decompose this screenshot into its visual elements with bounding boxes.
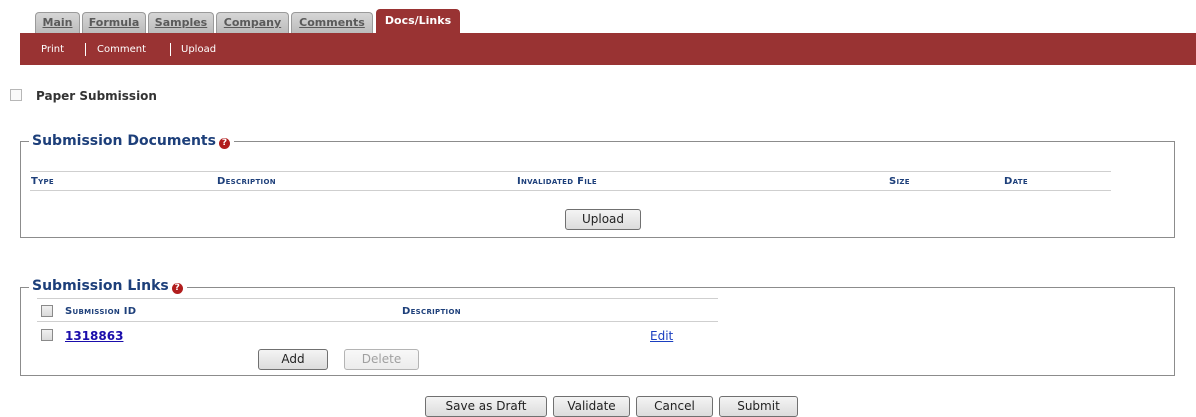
toolbar-divider (170, 43, 171, 56)
table-top-border (37, 298, 718, 299)
tab-comments[interactable]: Comments (291, 12, 373, 33)
tab-main[interactable]: Main (35, 12, 80, 33)
select-all-checkbox[interactable] (41, 305, 53, 317)
submission-links-title: Submission Links (32, 278, 169, 294)
column-header-size: Size (889, 176, 910, 187)
question-circle-icon[interactable]: ? (171, 283, 183, 294)
column-header-type: Type (31, 176, 55, 187)
column-header-date: Date (1004, 176, 1028, 187)
tab-formula[interactable]: Formula (82, 12, 146, 33)
add-button[interactable]: Add (258, 349, 328, 370)
tab-company[interactable]: Company (216, 12, 289, 33)
tab-docs-links[interactable]: Docs/Links (376, 9, 460, 33)
print-link[interactable]: Print (41, 44, 64, 56)
column-header-invalidated-file: Invalidated File (517, 176, 598, 187)
column-header-submission-id: Submission ID (65, 306, 137, 317)
table-top-border (30, 171, 1111, 172)
submission-links-section: Submission Links? Submission ID Descript… (20, 278, 1175, 376)
save-as-draft-button[interactable]: Save as Draft (425, 396, 547, 417)
table-header-border (37, 321, 718, 322)
paper-submission-checkbox[interactable] (10, 89, 22, 101)
comment-link[interactable]: Comment (97, 44, 146, 56)
row-select-checkbox[interactable] (41, 329, 53, 341)
table-header-border (30, 190, 1111, 191)
submission-documents-section: Submission Documents? Type Description I… (20, 133, 1175, 238)
edit-link[interactable]: Edit (650, 329, 673, 343)
toolbar-divider (85, 43, 86, 56)
column-header-description: Description (217, 176, 276, 187)
upload-link[interactable]: Upload (181, 44, 216, 56)
paper-submission-label: Paper Submission (36, 89, 157, 103)
submission-documents-title: Submission Documents (32, 133, 216, 149)
validate-button[interactable]: Validate (553, 396, 630, 417)
delete-button[interactable]: Delete (344, 349, 419, 370)
tab-samples[interactable]: Samples (148, 12, 214, 33)
question-circle-icon[interactable]: ? (218, 138, 230, 149)
submit-button[interactable]: Submit (719, 396, 798, 417)
upload-button[interactable]: Upload (565, 209, 641, 230)
column-header-description: Description (402, 306, 461, 317)
action-toolbar: Print Comment Upload (20, 33, 1196, 65)
cancel-button[interactable]: Cancel (636, 396, 713, 417)
submission-id-link[interactable]: 1318863 (65, 329, 123, 343)
submission-documents-legend: Submission Documents? (29, 133, 234, 149)
submission-links-legend: Submission Links? (29, 278, 187, 294)
